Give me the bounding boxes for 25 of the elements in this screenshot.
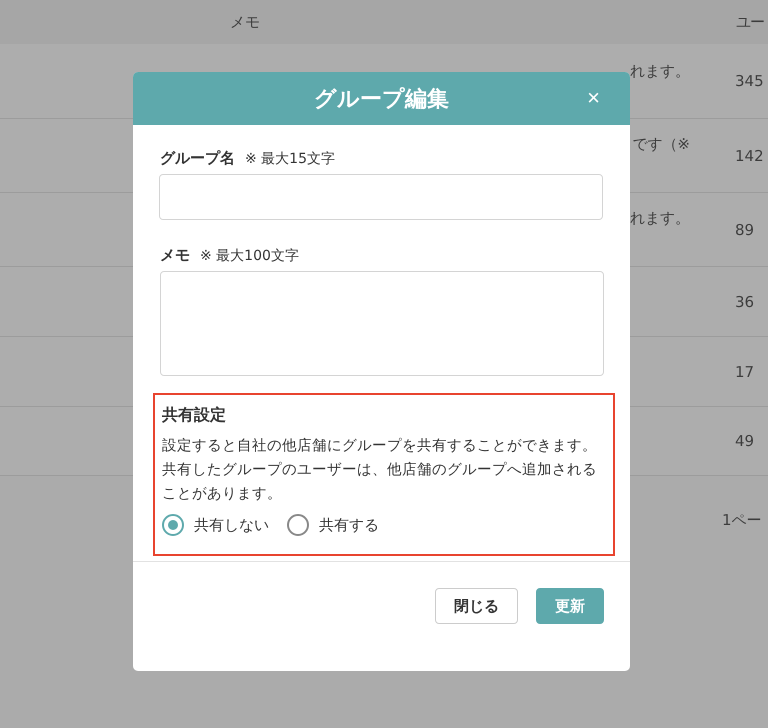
field-hint: ※ 最大15文字 (245, 150, 335, 168)
radio-option[interactable]: 共有する (287, 514, 379, 536)
table-cell: 49 (735, 432, 754, 450)
description: 共有したグループのユーザーは、他店舗のグループへ追加されることがあります。 (162, 460, 598, 504)
dialog-title: グループ編集 (314, 86, 449, 114)
table-cell: れます。 (630, 209, 690, 228)
column-header: メモ (230, 12, 260, 32)
input-field[interactable] (159, 174, 603, 220)
field-label: メモ (160, 246, 190, 265)
table-cell: 36 (735, 292, 754, 310)
table-cell: 89 (735, 220, 754, 238)
column-header: ユー (736, 12, 764, 32)
table-cell: です（※ (632, 135, 690, 154)
pagination-text: 1ペー (722, 511, 762, 530)
field-label: グループ名 (160, 149, 235, 168)
table-cell: 17 (735, 362, 754, 380)
field-hint: ※ 最大100文字 (200, 247, 299, 265)
memo-field[interactable] (160, 271, 604, 376)
table-cell: 345 (735, 72, 764, 90)
radio-option[interactable]: 共有しない (162, 514, 269, 536)
close-dialog-button[interactable]: 閉じる (435, 588, 518, 624)
table-cell: れます。 (630, 62, 690, 81)
description: 設定すると自社の他店舗にグループを共有することができます。 (162, 436, 598, 456)
section-title: 共有設定 (162, 405, 227, 426)
table-cell: 142 (735, 146, 764, 164)
